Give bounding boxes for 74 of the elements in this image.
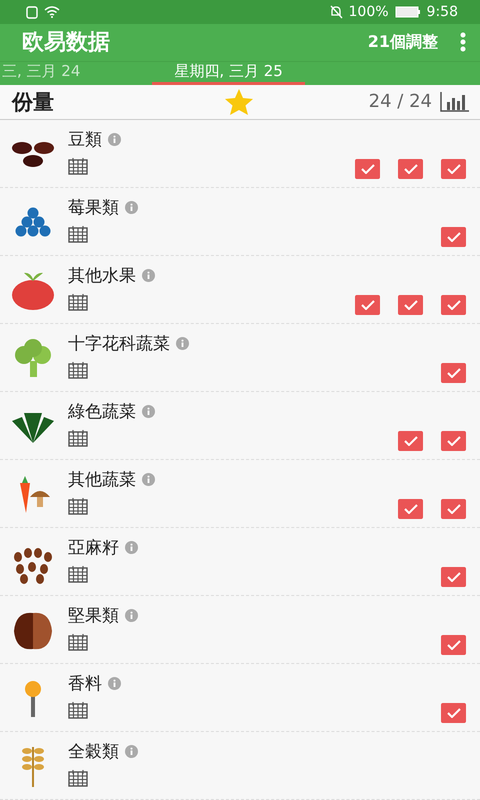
serving-checkbox[interactable] [355,159,380,179]
mute-bell-icon [328,5,343,20]
serving-checkbox[interactable] [441,227,466,247]
battery-icon [394,6,421,18]
check-icon [404,164,418,174]
calendar-icon[interactable] [68,769,88,787]
serving-checkbox[interactable] [441,703,466,723]
check-icon [446,368,460,378]
battery-percent: 100% [348,4,389,20]
food-name: 其他蔬菜 [68,469,136,491]
serving-checkbox[interactable] [398,431,423,451]
check-icon [446,232,460,242]
check-icon [404,436,418,446]
check-icon [404,504,418,514]
check-icon [446,640,460,650]
serving-checkbox[interactable] [441,567,466,587]
calendar-icon[interactable] [68,565,88,583]
food-name: 十字花科蔬菜 [68,333,170,355]
serving-checkbox[interactable] [441,499,466,519]
check-icon [446,436,460,446]
serving-checkbox[interactable] [355,295,380,315]
info-icon[interactable] [142,269,155,282]
calendar-icon[interactable] [68,497,88,515]
food-name: 豆類 [68,129,102,151]
food-name: 綠色蔬菜 [68,401,136,423]
info-icon[interactable] [125,745,138,758]
serving-checkbox[interactable] [441,159,466,179]
info-icon[interactable] [125,609,138,622]
info-icon[interactable] [176,337,189,350]
check-icon [446,708,460,718]
calendar-icon[interactable] [68,701,88,719]
food-name: 其他水果 [68,265,136,287]
food-name: 堅果類 [68,605,119,627]
adjustments-link[interactable]: 21個調整 [368,32,438,53]
star-icon[interactable] [224,88,254,116]
app-title: 欧易数据 [22,29,110,58]
calendar-icon[interactable] [68,361,88,379]
info-icon[interactable] [108,133,121,146]
wifi-icon [44,6,60,18]
more-icon[interactable] [460,32,466,52]
serving-checkbox[interactable] [398,159,423,179]
bar-chart-icon[interactable] [440,92,470,112]
serving-checkbox[interactable] [441,363,466,383]
date-tab[interactable]: 三, 三月 24 [0,62,102,84]
serving-checkbox[interactable] [441,431,466,451]
sim-icon [26,6,38,19]
food-name: 亞麻籽 [68,537,119,559]
serving-checkbox[interactable] [441,635,466,655]
clock: 9:58 [426,4,458,20]
check-icon [360,300,374,310]
serving-checkbox[interactable] [441,295,466,315]
info-icon[interactable] [142,473,155,486]
info-icon[interactable] [125,541,138,554]
calendar-icon[interactable] [68,157,88,175]
serving-checkbox[interactable] [398,499,423,519]
calendar-icon[interactable] [68,293,88,311]
check-icon [446,572,460,582]
section-title: 份量 [12,88,55,116]
calendar-icon[interactable] [68,225,88,243]
check-icon [446,504,460,514]
calendar-icon[interactable] [68,429,88,447]
info-icon[interactable] [142,405,155,418]
check-icon [404,300,418,310]
food-name: 全穀類 [68,741,119,763]
food-name: 莓果類 [68,197,119,219]
check-icon [446,164,460,174]
calendar-icon[interactable] [68,633,88,651]
info-icon[interactable] [125,201,138,214]
food-name: 香料 [68,673,102,695]
servings-count: 24 / 24 [368,91,432,112]
serving-checkbox[interactable] [398,295,423,315]
check-icon [446,300,460,310]
info-icon[interactable] [108,677,121,690]
check-icon [360,164,374,174]
